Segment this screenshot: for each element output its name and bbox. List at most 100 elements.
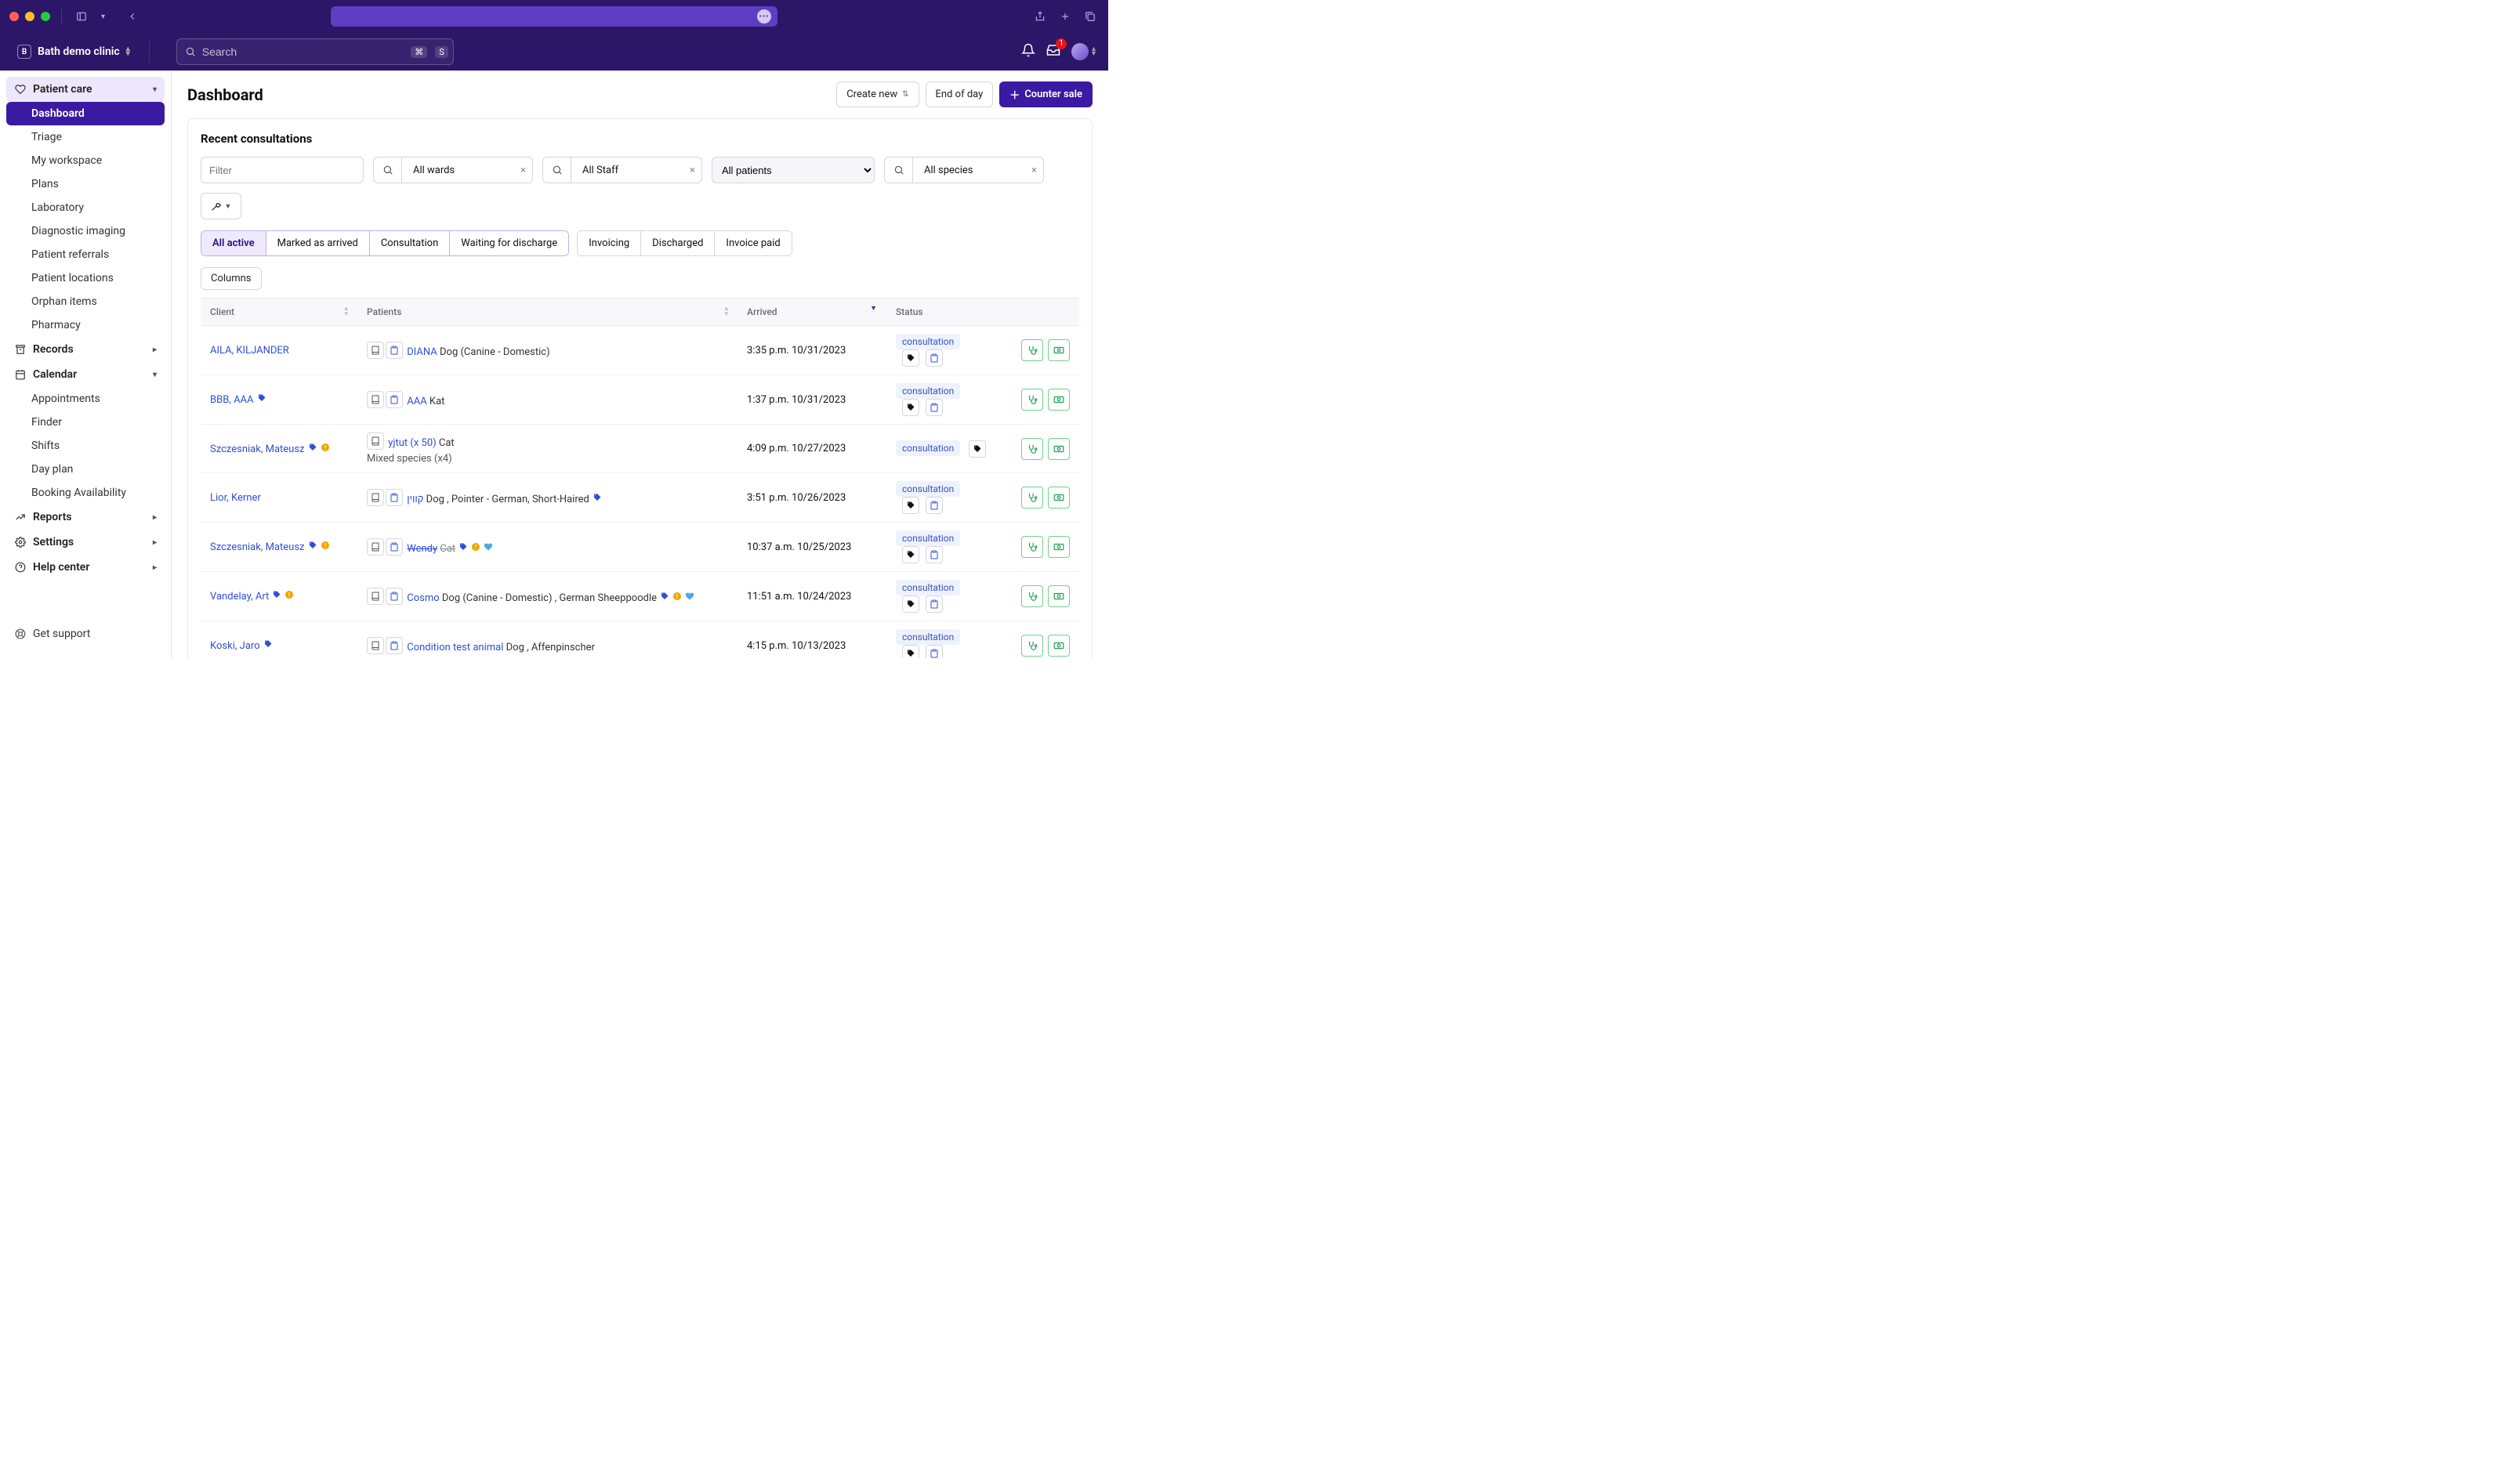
nav-item-booking-availability[interactable]: Booking Availability	[6, 481, 165, 505]
stethoscope-button[interactable]	[1021, 536, 1043, 558]
nav-item-plans[interactable]: Plans	[6, 172, 165, 196]
wards-combo[interactable]: All wards ×	[373, 157, 533, 183]
clipboard-icon[interactable]	[386, 342, 403, 359]
columns-button[interactable]: Columns	[201, 267, 262, 290]
status-tab-consultation[interactable]: Consultation	[370, 231, 450, 255]
client-link[interactable]: Lior, Kerner	[210, 492, 261, 504]
nav-item-triage[interactable]: Triage	[6, 125, 165, 149]
nav-item-laboratory[interactable]: Laboratory	[6, 196, 165, 219]
nav-get-support[interactable]: Get support	[6, 622, 165, 646]
nav-group-reports[interactable]: Reports▸	[6, 505, 165, 530]
payment-button[interactable]	[1048, 438, 1070, 460]
patient-link[interactable]: yjtut (x 50)	[388, 437, 436, 449]
clear-icon[interactable]: ×	[514, 165, 532, 176]
nav-group-patient-care[interactable]: Patient care▾	[6, 77, 165, 102]
create-new-button[interactable]: Create new ⇅	[836, 81, 919, 107]
payment-button[interactable]	[1048, 389, 1070, 411]
omnibox-menu-icon[interactable]: •••	[757, 9, 771, 24]
nav-item-orphan-items[interactable]: Orphan items	[6, 290, 165, 313]
filter-input[interactable]	[201, 157, 364, 183]
client-link[interactable]: AILA, KILJANDER	[210, 345, 289, 357]
species-combo[interactable]: All species ×	[884, 157, 1044, 183]
payment-button[interactable]	[1048, 536, 1070, 558]
client-link[interactable]: Szczesniak, Mateusz	[210, 541, 305, 553]
client-link[interactable]: Koski, Jaro	[210, 640, 260, 652]
nav-item-appointments[interactable]: Appointments	[6, 387, 165, 411]
clipboard-icon[interactable]	[386, 489, 403, 506]
payment-button[interactable]	[1048, 339, 1070, 361]
user-menu[interactable]: ▴▾	[1071, 43, 1096, 60]
patient-link[interactable]: DIANA	[407, 346, 437, 358]
clipboard-button[interactable]	[926, 497, 943, 514]
omnibox[interactable]: •••	[331, 6, 777, 27]
share-icon[interactable]	[1031, 8, 1049, 25]
close-window-icon[interactable]	[9, 12, 19, 21]
nav-item-patient-locations[interactable]: Patient locations	[6, 266, 165, 290]
clear-icon[interactable]: ×	[683, 165, 701, 176]
clipboard-icon[interactable]	[386, 391, 403, 408]
counter-sale-button[interactable]: ＋ Counter sale	[999, 81, 1093, 107]
book-icon[interactable]	[367, 391, 384, 408]
patient-link[interactable]: Wendy	[407, 543, 437, 555]
nav-group-records[interactable]: Records▸	[6, 337, 165, 362]
stethoscope-button[interactable]	[1021, 585, 1043, 607]
stethoscope-button[interactable]	[1021, 487, 1043, 509]
status-tab-waiting-for-discharge[interactable]: Waiting for discharge	[450, 231, 568, 255]
book-icon[interactable]	[367, 588, 384, 605]
tag-button[interactable]	[902, 349, 919, 367]
patient-link[interactable]: קווין	[407, 494, 423, 505]
clipboard-icon[interactable]	[386, 637, 403, 654]
nav-group-help-center[interactable]: Help center▸	[6, 555, 165, 580]
nav-item-dashboard[interactable]: Dashboard	[6, 102, 165, 125]
tag-button[interactable]	[902, 595, 919, 613]
book-icon[interactable]	[367, 538, 384, 556]
nav-item-my-workspace[interactable]: My workspace	[6, 149, 165, 172]
back-icon[interactable]	[124, 8, 141, 25]
client-link[interactable]: BBB, AAA	[210, 394, 254, 406]
global-search[interactable]: ⌘ S	[176, 38, 454, 65]
status-tab-invoice-paid[interactable]: Invoice paid	[715, 231, 791, 255]
tag-button[interactable]	[969, 440, 986, 458]
nav-item-shifts[interactable]: Shifts	[6, 434, 165, 458]
inbox-icon[interactable]: 1	[1046, 43, 1060, 60]
search-input[interactable]	[202, 45, 403, 58]
sidebar-toggle-icon[interactable]	[73, 8, 90, 25]
col-patients[interactable]: Patients ▴▾	[357, 299, 738, 326]
patient-link[interactable]: Condition test animal	[407, 642, 503, 653]
new-tab-icon[interactable]	[1056, 8, 1074, 25]
workspace-switcher[interactable]: B Bath demo clinic ▴▾	[11, 42, 136, 62]
clipboard-button[interactable]	[926, 349, 943, 367]
patients-select[interactable]: All patients	[712, 157, 875, 183]
client-link[interactable]: Vandelay, Art	[210, 591, 269, 603]
stethoscope-button[interactable]	[1021, 438, 1043, 460]
clipboard-icon[interactable]	[386, 588, 403, 605]
book-icon[interactable]	[367, 489, 384, 506]
nav-item-day-plan[interactable]: Day plan	[6, 458, 165, 481]
notifications-icon[interactable]	[1021, 43, 1035, 60]
patients-select-input[interactable]: All patients	[712, 157, 874, 183]
nav-group-settings[interactable]: Settings▸	[6, 530, 165, 555]
end-of-day-button[interactable]: End of day	[926, 81, 994, 107]
nav-group-calendar[interactable]: Calendar▾	[6, 362, 165, 387]
status-tab-marked-as-arrived[interactable]: Marked as arrived	[266, 231, 370, 255]
nav-item-pharmacy[interactable]: Pharmacy	[6, 313, 165, 337]
stethoscope-button[interactable]	[1021, 635, 1043, 657]
payment-button[interactable]	[1048, 487, 1070, 509]
payment-button[interactable]	[1048, 635, 1070, 657]
nav-item-patient-referrals[interactable]: Patient referrals	[6, 243, 165, 266]
nav-item-diagnostic-imaging[interactable]: Diagnostic imaging	[6, 219, 165, 243]
clipboard-button[interactable]	[926, 546, 943, 563]
tag-button[interactable]	[902, 399, 919, 416]
chevron-down-icon[interactable]: ▾	[98, 9, 108, 24]
clipboard-button[interactable]	[926, 399, 943, 416]
clipboard-button[interactable]	[926, 645, 943, 658]
clear-icon[interactable]: ×	[1025, 165, 1043, 176]
status-tab-discharged[interactable]: Discharged	[641, 231, 715, 255]
status-tab-all-active[interactable]: All active	[201, 231, 266, 255]
stethoscope-button[interactable]	[1021, 389, 1043, 411]
book-icon[interactable]	[367, 342, 384, 359]
client-link[interactable]: Szczesniak, Mateusz	[210, 443, 305, 455]
clipboard-button[interactable]	[926, 595, 943, 613]
minimize-window-icon[interactable]	[25, 12, 34, 21]
patient-link[interactable]: AAA	[407, 396, 426, 407]
